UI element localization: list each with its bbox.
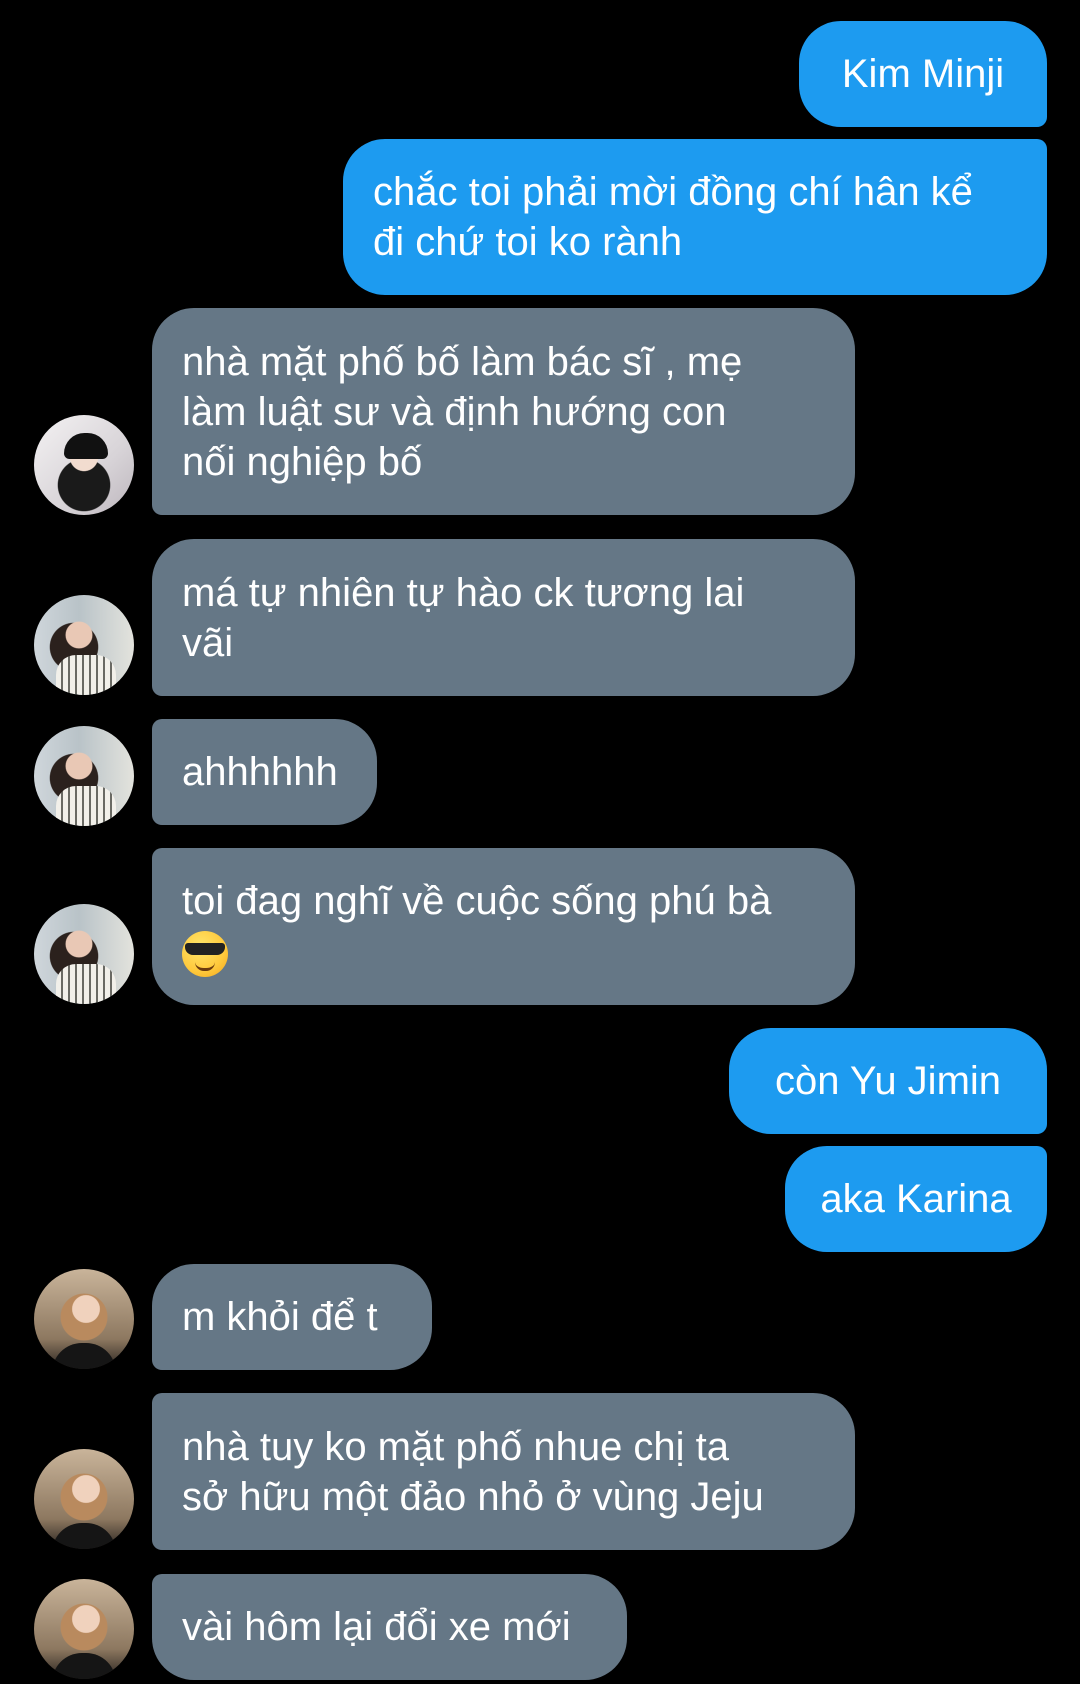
message-text: làm luật sư và định hướng con (182, 389, 727, 434)
avatar[interactable] (34, 1449, 134, 1549)
avatar[interactable] (34, 1269, 134, 1369)
message-text: má tự nhiên tự hào ck tương lai (182, 570, 745, 615)
incoming-message[interactable]: ahhhhhh (152, 719, 377, 825)
outgoing-message[interactable]: chắc toi phải mời đồng chí hân kể đi chứ… (343, 139, 1047, 295)
message-text: toi đag nghĩ về cuộc sống phú bà (182, 879, 772, 924)
message-text: vài hôm lại đổi xe mới (182, 1605, 571, 1649)
message-text: đi chứ toi ko rành (373, 220, 683, 264)
message-text: nhà mặt phố bố làm bác sĩ , mẹ (182, 339, 743, 384)
message-text: sở hữu một đảo nhỏ ở vùng Jeju (182, 1474, 764, 1519)
message-text: aka Karina (820, 1177, 1012, 1221)
incoming-message[interactable]: m khỏi để t (152, 1264, 432, 1370)
message-text: Kim Minji (841, 52, 1005, 96)
message-text: nhà tuy ko mặt phố nhue chị ta (182, 1424, 730, 1469)
incoming-message[interactable]: nhà mặt phố bố làm bác sĩ , mẹ làm luật … (152, 308, 855, 515)
chat-thread: Kim Minji chắc toi phải mời đồng chí hân… (0, 0, 1080, 1684)
avatar[interactable] (34, 1579, 134, 1679)
incoming-message[interactable]: má tự nhiên tự hào ck tương lai vãi (152, 539, 855, 696)
message-text: m khỏi để t (182, 1295, 378, 1339)
avatar[interactable] (34, 595, 134, 695)
avatar[interactable] (34, 904, 134, 1004)
message-text: ahhhhhh (182, 750, 338, 794)
message-text: chắc toi phải mời đồng chí hân kể (373, 170, 973, 214)
incoming-message[interactable]: nhà tuy ko mặt phố nhue chị ta sở hữu mộ… (152, 1393, 855, 1550)
incoming-message[interactable]: toi đag nghĩ về cuộc sống phú bà (152, 848, 855, 1005)
message-text: còn Yu Jimin (774, 1059, 1002, 1103)
outgoing-message[interactable]: aka Karina (785, 1146, 1047, 1252)
message-text: vãi (182, 620, 234, 665)
avatar[interactable] (34, 726, 134, 826)
incoming-message[interactable]: vài hôm lại đổi xe mới (152, 1574, 627, 1680)
outgoing-message[interactable]: Kim Minji (799, 21, 1047, 127)
avatar[interactable] (34, 415, 134, 515)
emoji-line (182, 926, 825, 977)
message-text: nối nghiệp bố (182, 439, 423, 484)
sunglasses-emoji-icon (182, 930, 228, 977)
outgoing-message[interactable]: còn Yu Jimin (729, 1028, 1047, 1134)
